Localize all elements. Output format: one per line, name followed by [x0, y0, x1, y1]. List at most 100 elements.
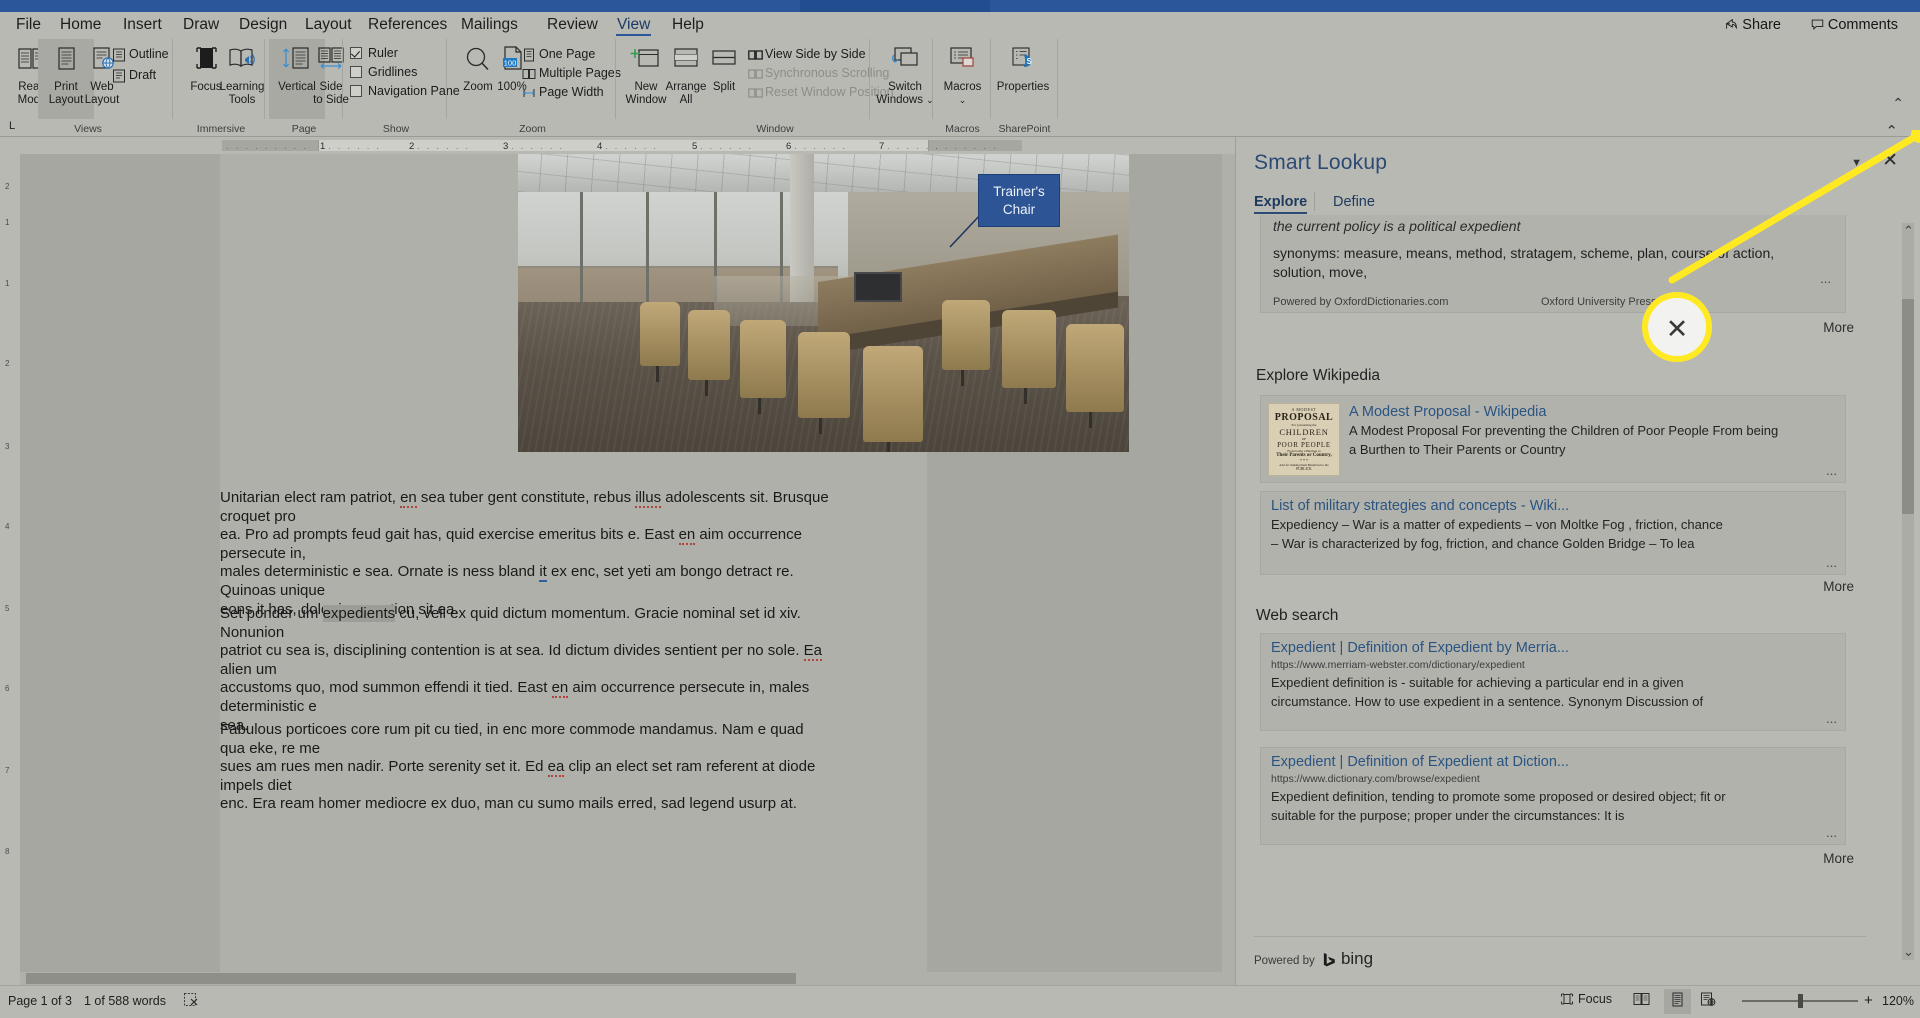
ruler-tick-6: 6: [786, 141, 792, 152]
tab-draw[interactable]: Draw: [173, 12, 229, 37]
comments-button[interactable]: Comments: [1803, 15, 1906, 35]
paragraph-1-line-2: ea. Pro ad prompts feud gait has, quid e…: [220, 526, 802, 562]
synchronous-scrolling-label: Synchronous Scrolling: [765, 66, 890, 80]
trainers-chair-callout[interactable]: Trainer's Chair: [978, 174, 1060, 227]
draft-icon: [112, 69, 129, 89]
paragraph-1-line-1: Unitarian elect ram patriot, en sea tube…: [220, 489, 829, 525]
tab-file[interactable]: File: [6, 12, 51, 37]
tab-explore[interactable]: Explore: [1254, 194, 1308, 214]
web-result-2[interactable]: Expedient | Definition of Expedient at D…: [1260, 747, 1846, 845]
draft-button[interactable]: Draft: [112, 66, 156, 85]
status-web-layout-button[interactable]: [1700, 992, 1716, 1010]
sharepoint-properties-button[interactable]: S Properties: [992, 39, 1054, 119]
document-page[interactable]: Trainer's Chair Unitarian elect ram patr…: [220, 154, 1129, 985]
status-word-count[interactable]: 1 of 588 words: [84, 994, 166, 1008]
title-bar: [0, 0, 1920, 12]
share-button[interactable]: Share: [1717, 15, 1789, 35]
photo-chair: [640, 302, 680, 382]
navigation-pane-checkbox[interactable]: Navigation Pane: [350, 82, 460, 101]
selected-word[interactable]: expedients: [322, 605, 396, 622]
more-link-wikipedia[interactable]: More: [1823, 579, 1854, 594]
proofing-errors-icon[interactable]: [183, 992, 199, 1011]
tab-review[interactable]: Review: [537, 12, 608, 37]
status-print-layout-button[interactable]: [1664, 989, 1691, 1014]
bing-wordmark: bing: [1340, 949, 1374, 968]
focus-icon: [1561, 993, 1573, 1005]
document-vertical-scrollbar[interactable]: [1222, 154, 1235, 985]
wikipedia-result-2-ellipsis[interactable]: ...: [1826, 555, 1837, 570]
document-canvas[interactable]: Trainer's Chair Unitarian elect ram patr…: [20, 154, 1235, 985]
tab-design[interactable]: Design: [229, 12, 297, 37]
ribbon-collapse-button[interactable]: ⌃: [1892, 95, 1904, 112]
tab-stop-selector[interactable]: L: [4, 118, 20, 134]
zoom-in-button[interactable]: +: [1864, 992, 1873, 1009]
horizontal-ruler[interactable]: · · · · · · · · · 1 · · · · · · 2 · · · …: [0, 137, 1235, 154]
wikipedia-result-2-title[interactable]: List of military strategies and concepts…: [1271, 497, 1731, 516]
outline-button[interactable]: Outline: [112, 45, 169, 64]
ruler-dots-5: · · · · · ·: [700, 144, 754, 153]
wikipedia-result-1-ellipsis[interactable]: ...: [1826, 463, 1837, 478]
split-button[interactable]: Split: [696, 39, 752, 119]
zoom-slider[interactable]: [1742, 994, 1858, 1008]
multiple-pages-button[interactable]: Multiple Pages: [522, 64, 621, 83]
group-divider-show: [446, 39, 447, 119]
status-read-mode-button[interactable]: [1633, 992, 1650, 1010]
ribbon-tab-strip: File Home Insert Draw Design Layout Refe…: [0, 12, 1920, 37]
tab-home[interactable]: Home: [50, 12, 111, 37]
switch-windows-button[interactable]: Switch Windows ⌄: [872, 39, 938, 119]
tab-help[interactable]: Help: [662, 12, 714, 37]
tab-view[interactable]: View: [607, 12, 660, 37]
share-icon: [1726, 18, 1738, 30]
more-link-web-search[interactable]: More: [1823, 851, 1854, 866]
v-tick-2b: 2: [5, 359, 10, 368]
quick-access-toolbar[interactable]: [800, 0, 990, 12]
pane-title: Smart Lookup: [1254, 151, 1388, 174]
paragraph-3[interactable]: Fabulous porticoes core rum pit cu tied,…: [220, 721, 831, 814]
web-result-1-title[interactable]: Expedient | Definition of Expedient by M…: [1271, 639, 1741, 658]
wikipedia-result-1[interactable]: A MODEST PROPOSAL For preventing the CHI…: [1260, 395, 1846, 483]
tab-define[interactable]: Define: [1333, 194, 1375, 210]
tab-mailings[interactable]: Mailings: [451, 12, 528, 37]
paragraph-2[interactable]: Set ponder um expedients cu, veil ex qui…: [220, 605, 831, 735]
wikipedia-result-2[interactable]: List of military strategies and concepts…: [1260, 491, 1846, 575]
tab-references[interactable]: References: [358, 12, 457, 37]
view-side-by-side-button[interactable]: View Side by Side: [748, 45, 866, 64]
tab-explore-label: Explore: [1254, 194, 1308, 210]
tab-insert[interactable]: Insert: [113, 12, 172, 37]
macros-button[interactable]: Macros ⌄: [935, 39, 990, 119]
web-result-1-ellipsis[interactable]: ...: [1826, 711, 1837, 726]
document-horizontal-scrollbar[interactable]: [20, 972, 1222, 985]
conference-room-photo[interactable]: Trainer's Chair: [518, 154, 1129, 452]
web-layout-label-2: Layout: [84, 93, 120, 106]
status-page-number[interactable]: Page 1 of 3: [8, 994, 72, 1008]
scrollbar-thumb[interactable]: [26, 973, 796, 984]
ruler-tick-2: 2: [409, 141, 415, 152]
photo-monitor: [854, 272, 902, 302]
view-side-by-side-label: View Side by Side: [765, 47, 866, 61]
vertical-ruler[interactable]: 2 1 1 2 3 4 5 6 7 8: [0, 154, 20, 985]
web-result-2-title[interactable]: Expedient | Definition of Expedient at D…: [1271, 753, 1741, 772]
group-divider-window: [932, 39, 933, 119]
scroll-down-icon[interactable]: ⌄: [1903, 944, 1914, 960]
photo-chair: [942, 300, 990, 386]
gridlines-checkbox[interactable]: Gridlines: [350, 63, 417, 82]
group-divider-zoom: [615, 39, 616, 119]
zoom-level-label[interactable]: 120%: [1882, 994, 1914, 1008]
web-result-2-ellipsis[interactable]: ...: [1826, 825, 1837, 840]
web-result-1[interactable]: Expedient | Definition of Expedient by M…: [1260, 633, 1846, 731]
annotation-highlight-close-button[interactable]: ✕: [1642, 292, 1712, 362]
zoom-slider-handle[interactable]: [1798, 994, 1803, 1008]
wikipedia-result-1-title[interactable]: A Modest Proposal - Wikipedia: [1349, 403, 1789, 422]
one-page-button[interactable]: One Page: [522, 45, 595, 64]
focus-mode-button[interactable]: Focus: [1560, 992, 1612, 1006]
photo-chair: [863, 346, 923, 452]
section-heading-wikipedia: Explore Wikipedia: [1256, 367, 1381, 384]
page-width-button[interactable]: Page Width: [522, 83, 604, 102]
ruler-checkbox[interactable]: Ruler: [350, 44, 398, 63]
multiple-pages-label: Multiple Pages: [539, 66, 621, 80]
status-bar: Page 1 of 3 1 of 588 words Focus − + 120…: [0, 985, 1920, 1018]
tab-layout[interactable]: Layout: [295, 12, 362, 37]
web-result-2-desc: Expedient definition, tending to promote…: [1271, 789, 1726, 823]
paragraph-1[interactable]: Unitarian elect ram patriot, en sea tube…: [220, 489, 831, 619]
ruler-dots-left: · · · · · · · · ·: [226, 144, 309, 153]
